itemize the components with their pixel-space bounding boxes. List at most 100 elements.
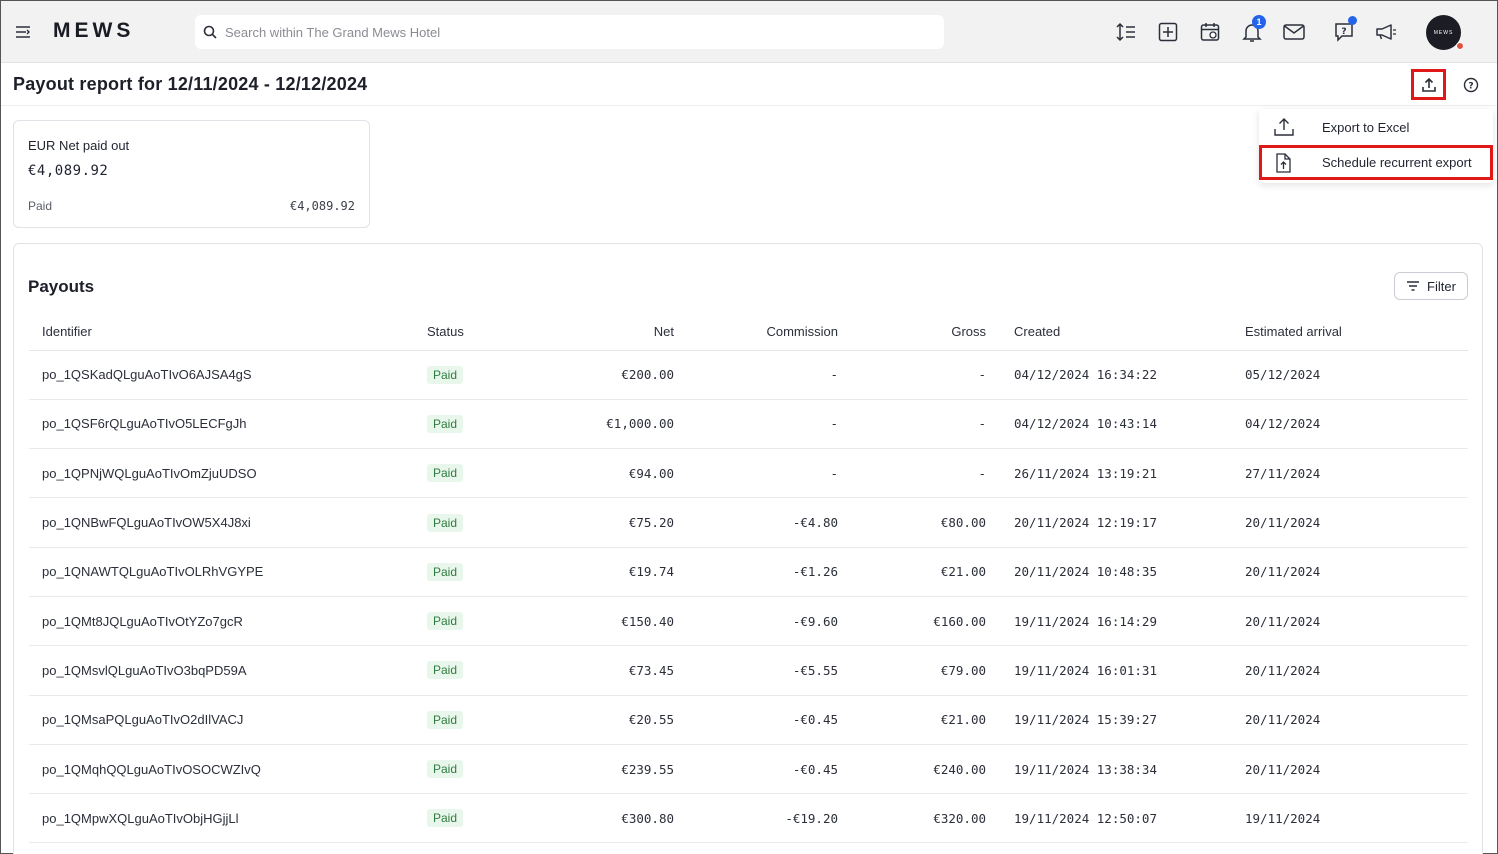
cell-status: Paid: [427, 744, 532, 795]
cell-identifier: po_1QPNjWQLguAoTIvOmZjuUDSO: [29, 448, 427, 499]
status-badge: Paid: [427, 562, 464, 581]
mews-logo[interactable]: MEWS: [53, 19, 134, 43]
cell-net: €73.45: [532, 645, 674, 696]
calendar-icon[interactable]: [1196, 18, 1224, 46]
search-input[interactable]: [225, 15, 925, 49]
col-net[interactable]: Net: [532, 314, 674, 351]
cell-commission: -€0.45: [674, 744, 838, 795]
status-badge: Paid: [427, 464, 464, 483]
cell-status: Paid: [427, 399, 532, 450]
cell-status: Paid: [427, 547, 532, 597]
mail-icon[interactable]: [1280, 18, 1308, 46]
status-badge: Paid: [427, 414, 464, 433]
table-row[interactable]: po_1QSKadQLguAoTIvO6AJSA4gS Paid €200.00- -…: [29, 350, 1468, 400]
cell-created: 20/11/2024 10:48:35: [986, 547, 1245, 597]
cell-created: 19/11/2024 12:50:07: [986, 793, 1245, 844]
cell-created: 20/11/2024 12:19:17: [986, 497, 1245, 548]
cell-estimated-arrival: 20/11/2024: [1245, 547, 1468, 597]
chat-dot: [1348, 16, 1357, 25]
cell-gross: -: [838, 448, 986, 499]
table-row[interactable]: po_1QNBwFQLguAoTIvOW5X4J8xi Paid €75.20 -€4…: [29, 497, 1468, 548]
cell-created: 19/11/2024 15:39:27: [986, 695, 1245, 745]
help-icon[interactable]: ?: [1461, 75, 1481, 95]
col-commission[interactable]: Commission: [674, 314, 838, 351]
cell-gross: €240.00: [838, 744, 986, 795]
export-button[interactable]: [1411, 69, 1446, 100]
col-estimated-arrival[interactable]: Estimated arrival: [1245, 314, 1468, 351]
status-badge: Paid: [427, 809, 464, 828]
table-row[interactable]: po_1QPNjWQLguAoTIvOmZjuUDSO Paid €94.00- -2…: [29, 448, 1468, 499]
svg-text:?: ?: [1341, 27, 1346, 37]
cell-gross: €21.00: [838, 547, 986, 597]
cell-commission: -: [674, 350, 838, 400]
cell-identifier: po_1QMt8JQLguAoTIvOtYZo7gcR: [29, 596, 427, 647]
table-row[interactable]: po_1QMt8JQLguAoTIvOtYZo7gcR Paid €150.40 -€…: [29, 596, 1468, 647]
status-badge: Paid: [427, 365, 464, 384]
avatar-text: MEWS: [1433, 29, 1454, 36]
table-row[interactable]: po_1QMpwXQLguAoTIvObjHGjjLl Paid €300.80 -€…: [29, 793, 1468, 844]
col-gross[interactable]: Gross: [838, 314, 986, 351]
table-row[interactable]: po_1QMsaPQLguAoTIvO2dIlVACJ Paid €20.55 -€0…: [29, 695, 1468, 745]
cell-gross: €160.00: [838, 596, 986, 647]
cell-created: 19/11/2024 16:14:29: [986, 596, 1245, 647]
cell-estimated-arrival: 27/11/2024: [1245, 448, 1468, 499]
status-badge: Paid: [427, 513, 464, 532]
cell-commission: -€19.20: [674, 793, 838, 844]
cell-status: Paid: [427, 645, 532, 696]
paid-value: €4,089.92: [289, 199, 355, 213]
page-title: Payout report for 12/11/2024 - 12/12/202…: [13, 74, 368, 94]
cell-net: €239.55: [532, 744, 674, 795]
table-row[interactable]: po_1QMsvlQLguAoTIvO3bqPD59A Paid €73.45 -€5…: [29, 645, 1468, 696]
cell-estimated-arrival: 05/12/2024: [1245, 350, 1468, 400]
megaphone-icon[interactable]: [1372, 18, 1400, 46]
paid-label: Paid: [28, 199, 53, 213]
col-status[interactable]: Status: [427, 314, 532, 351]
col-created[interactable]: Created: [986, 314, 1245, 351]
table-row[interactable]: po_1QSF6rQLguAoTIvO5LECFgJh Paid €1,000.00…: [29, 399, 1468, 450]
table-row[interactable]: po_1QMqhQQLguAoTIvOSOCWZIvQ Paid €239.55 -€…: [29, 744, 1468, 795]
filter-icon: [1407, 281, 1420, 291]
cell-estimated-arrival: 19/11/2024: [1245, 793, 1468, 844]
add-icon[interactable]: [1154, 18, 1182, 46]
avatar[interactable]: MEWS: [1426, 15, 1464, 50]
status-badge: Paid: [427, 760, 464, 779]
help-chat-icon[interactable]: ?: [1330, 16, 1358, 46]
notification-badge: 1: [1252, 15, 1266, 29]
cell-gross: €80.00: [838, 497, 986, 548]
sort-icon[interactable]: [1112, 18, 1140, 46]
schedule-recurrent-export-item[interactable]: Schedule recurrent export: [1259, 145, 1493, 180]
menu-icon[interactable]: [14, 23, 32, 41]
cell-created: 19/11/2024 16:01:31: [986, 645, 1245, 696]
col-identifier[interactable]: Identifier: [29, 314, 427, 351]
cell-identifier: po_1QNBwFQLguAoTIvOW5X4J8xi: [29, 497, 427, 548]
cell-created: 04/12/2024 10:43:14: [986, 399, 1245, 450]
cell-net: €75.20: [532, 497, 674, 548]
cell-created: 19/11/2024 13:38:34: [986, 744, 1245, 795]
filter-label: Filter: [1427, 278, 1456, 294]
cell-commission: -€4.80: [674, 497, 838, 548]
table-row[interactable]: po_1QNAWTQLguAoTIvOLRhVGYPE Paid €19.74 -€1…: [29, 547, 1468, 597]
summary-card: EUR Net paid out €4,089.92 Paid €4,089.9…: [13, 120, 370, 228]
payouts-title: Payouts: [28, 277, 95, 296]
filter-button[interactable]: Filter: [1394, 272, 1468, 300]
cell-estimated-arrival: 20/11/2024: [1245, 695, 1468, 745]
status-badge: Paid: [427, 710, 464, 729]
cell-status: Paid: [427, 695, 532, 745]
cell-identifier: po_1QSKadQLguAoTIvO6AJSA4gS: [29, 350, 427, 400]
bell-icon[interactable]: 1: [1238, 15, 1266, 46]
status-badge: Paid: [427, 661, 464, 680]
search-box[interactable]: [195, 15, 944, 49]
cell-commission: -: [674, 448, 838, 499]
status-badge: Paid: [427, 612, 464, 631]
cell-net: €20.55: [532, 695, 674, 745]
cell-net: €200.00: [532, 350, 674, 400]
status-flag: [1456, 42, 1464, 50]
cell-commission: -: [674, 399, 838, 450]
cell-net: €94.00: [532, 448, 674, 499]
upload-icon: [1273, 117, 1295, 140]
cell-gross: €79.00: [838, 645, 986, 696]
cell-net: €300.80: [532, 793, 674, 844]
export-to-excel-item[interactable]: Export to Excel: [1259, 110, 1493, 145]
cell-gross: -: [838, 350, 986, 400]
cell-gross: €21.00: [838, 695, 986, 745]
